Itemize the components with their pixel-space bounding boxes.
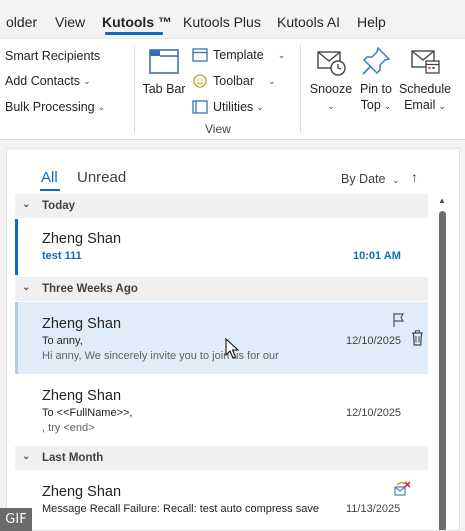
schedule-email-button[interactable]: Schedule Email ⌄ [398, 45, 452, 114]
utilities-icon [192, 100, 208, 114]
list-item[interactable]: Zheng Shan To <<FullName>>, , try <end> … [15, 375, 428, 445]
list-item[interactable]: Zheng Shan To anny, Hi anny, We sincerel… [15, 302, 428, 374]
schedule-email-label-line2: Email [404, 98, 436, 112]
delete-icon[interactable] [411, 330, 424, 346]
chevron-down-icon: ⌄ [22, 451, 31, 462]
sort-by-label: By Date [341, 172, 386, 186]
list-item[interactable]: Zheng Shan Message Recall Failure: Recal… [15, 471, 428, 530]
menu-bar: older View Kutools ™ Kutools Plus Kutool… [0, 0, 465, 40]
sender-name: Zheng Shan [42, 316, 122, 332]
chevron-down-icon: ⌄ [256, 101, 264, 112]
tab-help[interactable]: Help [357, 14, 386, 30]
chevron-down-icon: ⌄ [83, 75, 91, 86]
sort-by-dropdown[interactable]: By Date ⌄ [341, 172, 400, 186]
message-preview: Hi anny, We sincerely invite you to join… [42, 350, 279, 362]
snooze-label: Snooze [309, 82, 353, 96]
utilities-button[interactable]: Utilities ⌄ [192, 100, 264, 114]
toolbar-button[interactable]: Toolbar ⌄ [192, 74, 276, 88]
message-preview: , try <end> [42, 422, 95, 434]
message-subject: Message Recall Failure: Recall: test aut… [42, 503, 319, 515]
tab-bar-button[interactable]: Tab Bar [142, 45, 186, 97]
message-time: 12/10/2025 [346, 335, 402, 347]
sender-name: Zheng Shan [42, 484, 122, 500]
list-item[interactable]: Zheng Shan test 111 10:01 AM [15, 219, 428, 275]
schedule-email-label-line1: Schedule [398, 82, 452, 96]
message-subject: To <<FullName>>, [42, 407, 133, 419]
filter-all-tab[interactable]: All [41, 169, 58, 186]
tab-bar-label: Tab Bar [142, 82, 186, 96]
pin-to-top-button[interactable]: Pin to Top ⌄ [356, 45, 396, 114]
chevron-down-icon: ⌄ [383, 101, 392, 111]
toolbar-label: Toolbar [213, 74, 254, 88]
group-header-three-weeks-ago[interactable]: ⌄ Three Weeks Ago [15, 277, 428, 301]
smart-recipients-button[interactable]: Smart Recipients [5, 49, 100, 63]
utilities-label: Utilities [213, 100, 254, 114]
pin-to-top-label-line2: Top [360, 98, 381, 112]
message-time: 10:01 AM [353, 250, 401, 262]
chevron-down-icon: ⌄ [438, 101, 446, 111]
outlook-window: older View Kutools ™ Kutools Plus Kutool… [0, 0, 465, 531]
template-button[interactable]: Template ⌄ [192, 48, 285, 62]
group-title: Three Weeks Ago [42, 283, 138, 295]
message-subject: To anny, [42, 335, 83, 347]
chevron-down-icon: ⌄ [22, 282, 31, 293]
group-title: Last Month [42, 452, 104, 464]
tab-folder[interactable]: older [6, 14, 37, 30]
pane-gap [0, 140, 465, 148]
ribbon: Smart Recipients Add Contacts ⌄ Bulk Pro… [0, 38, 465, 140]
scroll-up-arrow-icon[interactable]: ▲ [438, 196, 446, 205]
smiley-icon [193, 74, 207, 88]
group-header-last-month[interactable]: ⌄ Last Month [15, 446, 428, 470]
message-time: 12/10/2025 [346, 407, 402, 419]
chevron-down-icon: ⌄ [97, 101, 106, 112]
sender-name: Zheng Shan [42, 231, 122, 247]
gif-badge: GIF [0, 508, 32, 531]
scrollbar[interactable]: ▲ [436, 193, 448, 530]
template-icon [192, 48, 208, 62]
selection-indicator [15, 302, 18, 374]
tab-view[interactable]: View [55, 14, 85, 30]
chevron-down-icon: ⌄ [22, 199, 31, 210]
sort-direction-button[interactable]: ↑ [411, 169, 418, 185]
ribbon-separator [300, 45, 301, 133]
bulk-processing-button[interactable]: Bulk Processing ⌄ [5, 100, 105, 114]
add-contacts-label: Add Contacts [5, 74, 81, 88]
tab-kutools-ai[interactable]: Kutools AI [277, 14, 340, 30]
chevron-down-icon: ⌄ [327, 101, 335, 111]
message-subject: test 111 [42, 250, 82, 262]
unread-indicator [15, 219, 18, 275]
ribbon-separator [134, 45, 135, 133]
pin-icon [362, 47, 390, 75]
tab-kutools[interactable]: Kutools ™ [102, 14, 172, 30]
message-time: 11/13/2025 [346, 503, 401, 515]
pin-to-top-label-line1: Pin to [360, 82, 392, 96]
view-group-label: View [205, 122, 231, 136]
group-header-today[interactable]: ⌄ Today [15, 194, 428, 218]
sender-name: Zheng Shan [42, 388, 122, 404]
template-label: Template [213, 48, 264, 62]
snooze-button[interactable]: Snooze ⌄ [308, 45, 354, 114]
add-contacts-button[interactable]: Add Contacts ⌄ [5, 74, 91, 88]
filter-unread-tab[interactable]: Unread [77, 169, 126, 186]
chevron-down-icon: ⌄ [268, 75, 276, 86]
scrollbar-thumb[interactable] [439, 211, 446, 530]
filter-active-indicator [40, 189, 60, 191]
mouse-cursor-icon [225, 338, 239, 359]
snooze-icon [317, 51, 346, 76]
schedule-email-icon [411, 50, 440, 74]
recall-icon [394, 481, 411, 496]
smart-recipients-label: Smart Recipients [5, 49, 101, 63]
tab-bar-icon [149, 49, 179, 74]
group-title: Today [42, 200, 76, 212]
flag-icon[interactable] [392, 312, 406, 328]
chevron-down-icon: ⌄ [277, 49, 286, 60]
bulk-processing-label: Bulk Processing [5, 100, 95, 114]
tab-kutools-plus[interactable]: Kutools Plus [183, 14, 261, 30]
active-tab-indicator [105, 32, 163, 35]
chevron-down-icon: ⌄ [391, 175, 400, 185]
